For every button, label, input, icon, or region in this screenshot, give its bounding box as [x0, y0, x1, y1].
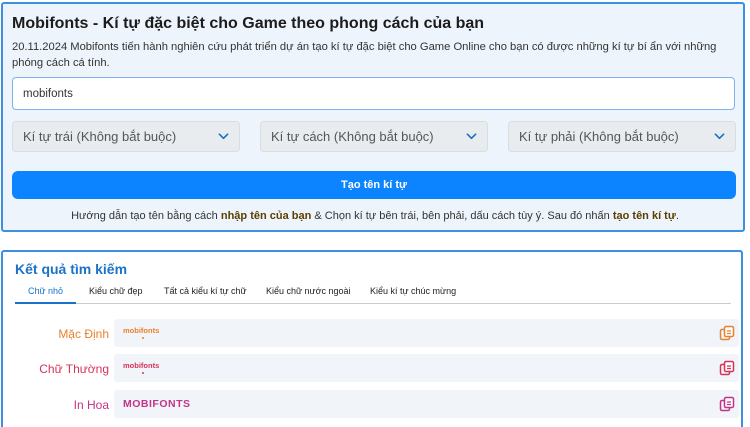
- results-title: Kết quả tìm kiếm: [15, 261, 128, 277]
- results-panel: Kết quả tìm kiếm Chữ nhỏ Kiểu chữ đẹp Tấ…: [1, 250, 743, 427]
- space-char-select[interactable]: Kí tự cách (Không bắt buộc): [260, 121, 488, 152]
- result-dot: [142, 372, 144, 374]
- chevron-down-icon: [218, 133, 229, 140]
- tab-foreign-fonts[interactable]: Kiểu chữ nước ngoài: [266, 286, 351, 304]
- name-input[interactable]: [12, 77, 735, 110]
- guide-part: .: [675, 210, 679, 222]
- guide-text: Hướng dẫn tạo tên bằng cách nhập tên của…: [3, 210, 747, 222]
- copy-icon[interactable]: [719, 325, 735, 341]
- result-text[interactable]: mobifonts: [123, 326, 159, 335]
- result-row[interactable]: MOBIFONTS: [114, 390, 739, 418]
- guide-highlight: tạo tên kí tự: [612, 210, 676, 222]
- tab-small-text[interactable]: Chữ nhỏ: [15, 286, 77, 304]
- result-dot: [142, 337, 144, 339]
- chevron-down-icon: [714, 133, 725, 140]
- create-name-button[interactable]: Tạo tên kí tự: [12, 171, 736, 199]
- result-row[interactable]: mobifonts: [114, 354, 739, 382]
- copy-icon[interactable]: [719, 360, 735, 376]
- left-char-select[interactable]: Kí tự trái (Không bắt buộc): [12, 121, 240, 152]
- tab-all-fonts[interactable]: Tất cả kiểu kí tự chữ: [164, 286, 247, 304]
- left-char-select-label: Kí tự trái (Không bắt buộc): [23, 129, 177, 144]
- tab-greeting-fonts[interactable]: Kiểu kí tự chúc mừng: [370, 286, 456, 304]
- generator-panel: Mobifonts - Kí tự đặc biệt cho Game theo…: [1, 2, 745, 232]
- chevron-down-icon: [466, 133, 477, 140]
- space-char-select-label: Kí tự cách (Không bắt buộc): [271, 129, 434, 144]
- guide-part: & Chọn kí tự bên trái, bên phải, dấu các…: [311, 210, 613, 222]
- guide-part: Hướng dẫn tạo tên bằng cách: [71, 210, 221, 222]
- result-text[interactable]: mobifonts: [123, 361, 159, 370]
- results-tabs: Chữ nhỏ Kiểu chữ đẹp Tất cả kiểu kí tự c…: [15, 286, 731, 304]
- result-label-lowercase: Chữ Thường: [39, 362, 109, 376]
- result-label-uppercase: In Hoa: [73, 398, 109, 412]
- page-title: Mobifonts - Kí tự đặc biệt cho Game theo…: [12, 15, 485, 32]
- result-row[interactable]: mobifonts: [114, 319, 739, 347]
- right-char-select-label: Kí tự phải (Không bắt buộc): [519, 129, 679, 144]
- guide-highlight: nhập tên của bạn: [220, 210, 312, 222]
- page-description: 20.11.2024 Mobifonts tiến hành nghiên cứ…: [12, 41, 717, 69]
- right-char-select[interactable]: Kí tự phải (Không bắt buộc): [508, 121, 736, 152]
- tab-pretty-fonts[interactable]: Kiểu chữ đẹp: [89, 286, 143, 304]
- result-label-default: Mặc Định: [58, 327, 109, 341]
- copy-icon[interactable]: [719, 396, 735, 412]
- result-text[interactable]: MOBIFONTS: [123, 398, 191, 410]
